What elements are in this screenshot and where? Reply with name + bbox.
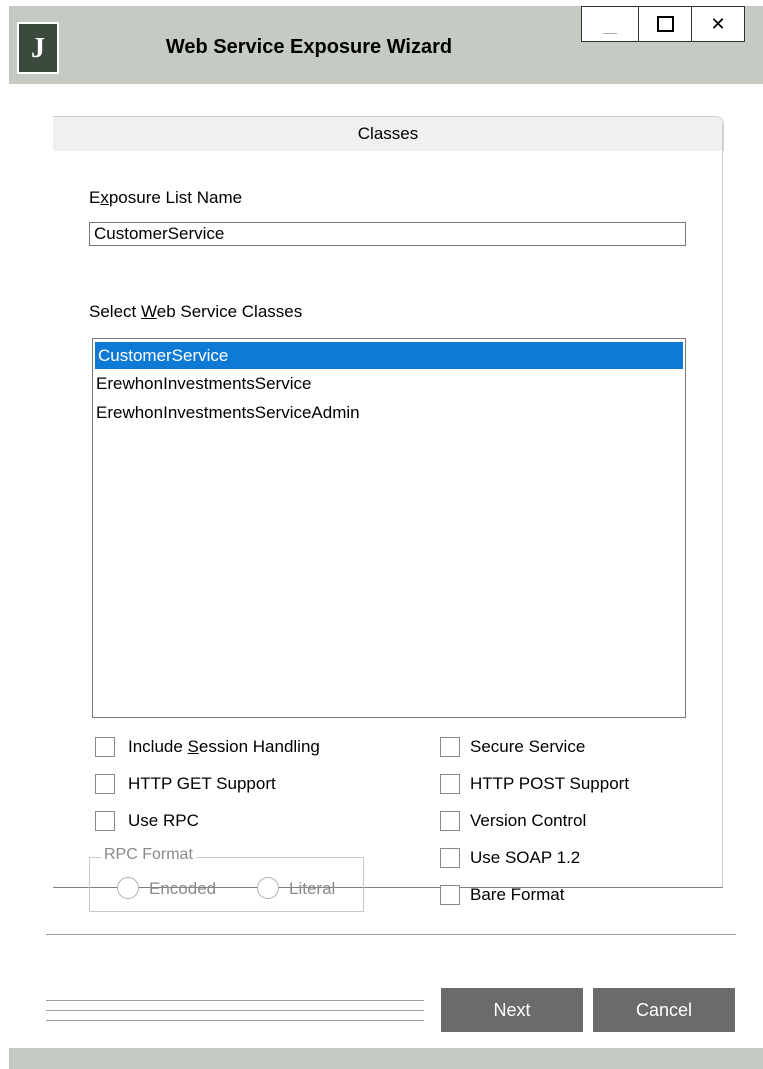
version-control-label[interactable]: Version Control — [470, 811, 586, 831]
close-button[interactable]: ✕ — [691, 6, 745, 42]
separator — [46, 1020, 424, 1021]
wizard-window: J Web Service Exposure Wizard ✕ Classes … — [9, 0, 763, 1069]
panel-border-right — [722, 124, 723, 888]
status-bar — [9, 1048, 763, 1069]
list-item-customerservice[interactable]: CustomerService — [95, 342, 683, 369]
bare-format-checkbox[interactable] — [440, 885, 460, 905]
tab-classes[interactable]: Classes — [53, 116, 724, 151]
use-rpc-label[interactable]: Use RPC — [128, 811, 199, 831]
version-control-checkbox[interactable] — [440, 811, 460, 831]
app-logo-icon: J — [17, 22, 59, 74]
rpc-format-label: RPC Format — [101, 846, 196, 864]
include-session-handling-label[interactable]: Include Session Handling — [128, 737, 320, 757]
web-service-classes-label: Select Web Service Classes — [89, 302, 303, 321]
separator — [46, 1000, 424, 1001]
secure-service-checkbox[interactable] — [440, 737, 460, 757]
include-session-handling-checkbox[interactable] — [95, 737, 115, 757]
separator — [46, 1010, 424, 1011]
secure-service-label[interactable]: Secure Service — [470, 737, 585, 757]
list-item-erewhoninvestmentsserviceadmin[interactable]: ErewhonInvestmentsServiceAdmin — [93, 398, 685, 427]
http-get-support-label[interactable]: HTTP GET Support — [128, 774, 276, 794]
maximize-icon — [656, 16, 674, 32]
use-soap-12-checkbox[interactable] — [440, 848, 460, 868]
use-soap-12-label[interactable]: Use SOAP 1.2 — [470, 848, 580, 868]
bare-format-label[interactable]: Bare Format — [470, 885, 564, 905]
http-get-support-checkbox[interactable] — [95, 774, 115, 794]
encoded-label[interactable]: Encoded — [149, 879, 216, 899]
minimize-button[interactable] — [581, 6, 639, 42]
literal-radio[interactable] — [257, 877, 279, 899]
window-title: Web Service Exposure Wizard — [165, 36, 453, 58]
cancel-button[interactable]: Cancel — [593, 988, 735, 1032]
encoded-radio[interactable] — [117, 877, 139, 899]
separator — [46, 934, 736, 935]
http-post-support-checkbox[interactable] — [440, 774, 460, 794]
use-rpc-checkbox[interactable] — [95, 811, 115, 831]
minimize-icon — [603, 32, 617, 34]
next-button[interactable]: Next — [441, 988, 583, 1032]
list-item-erewhoninvestmentsservice[interactable]: ErewhonInvestmentsService — [93, 369, 685, 398]
maximize-button[interactable] — [638, 6, 692, 42]
exposure-list-name-input[interactable]: CustomerService — [89, 222, 686, 246]
literal-label[interactable]: Literal — [289, 879, 335, 899]
http-post-support-label[interactable]: HTTP POST Support — [470, 774, 629, 794]
close-icon: ✕ — [710, 13, 726, 34]
exposure-list-label: Exposure List Name — [89, 188, 243, 207]
web-service-classes-list[interactable]: CustomerService ErewhonInvestmentsServic… — [92, 338, 686, 718]
